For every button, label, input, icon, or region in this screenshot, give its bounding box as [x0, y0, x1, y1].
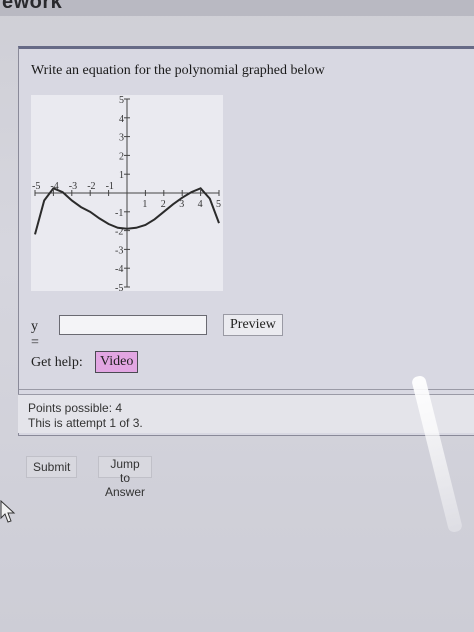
- x-tick-label: -3: [69, 181, 77, 192]
- y-tick-label: -3: [115, 245, 123, 256]
- y-tick-label: 5: [119, 95, 124, 106]
- preview-button[interactable]: Preview: [223, 314, 283, 336]
- submit-button[interactable]: Submit: [26, 456, 78, 478]
- question-prompt: Write an equation for the polynomial gra…: [31, 63, 325, 78]
- page-header: ework: [0, 0, 474, 16]
- answer-label: y =: [31, 319, 39, 350]
- y-tick-label: 4: [119, 114, 124, 125]
- y-tick-label: 2: [119, 151, 124, 162]
- x-tick-label: 4: [198, 199, 203, 210]
- points-info: Points possible: 4 This is attempt 1 of …: [18, 394, 474, 433]
- page-header-text: ework: [2, 0, 63, 13]
- x-tick-label: 1: [142, 199, 147, 210]
- jump-to-answer-button[interactable]: Jump to Answer: [98, 456, 153, 499]
- x-tick-label: -5: [32, 181, 40, 192]
- divider: [19, 389, 474, 390]
- x-tick-label: -1: [106, 181, 114, 192]
- x-tick-label: 2: [161, 199, 166, 210]
- x-tick-label: 5: [216, 199, 221, 210]
- video-help-button[interactable]: Video: [95, 351, 139, 373]
- polynomial-graph: -5 -4 -3 -2 -1 1 2 3 4 5 5 4 3 2 1 -1 -2 -3 -4 -5: [31, 95, 223, 291]
- attempt-info: This is attempt 1 of 3.: [28, 416, 143, 430]
- y-tick-label: 3: [119, 133, 124, 144]
- get-help-label: Get help:: [31, 355, 83, 370]
- y-tick-label: -5: [115, 283, 123, 291]
- graph-svg: -5 -4 -3 -2 -11 2 3 4 554321-1-2-3-4-5: [32, 95, 221, 291]
- answer-input[interactable]: [59, 315, 207, 335]
- y-tick-label: -1: [115, 208, 123, 219]
- question-box: Write an equation for the polynomial gra…: [18, 46, 474, 436]
- y-tick-label: 1: [119, 170, 124, 181]
- x-tick-label: 3: [179, 199, 184, 210]
- points-possible: Points possible: 4: [28, 401, 123, 415]
- y-tick-label: -4: [115, 264, 123, 275]
- mouse-pointer-icon: [0, 500, 16, 523]
- x-tick-label: -2: [87, 181, 95, 192]
